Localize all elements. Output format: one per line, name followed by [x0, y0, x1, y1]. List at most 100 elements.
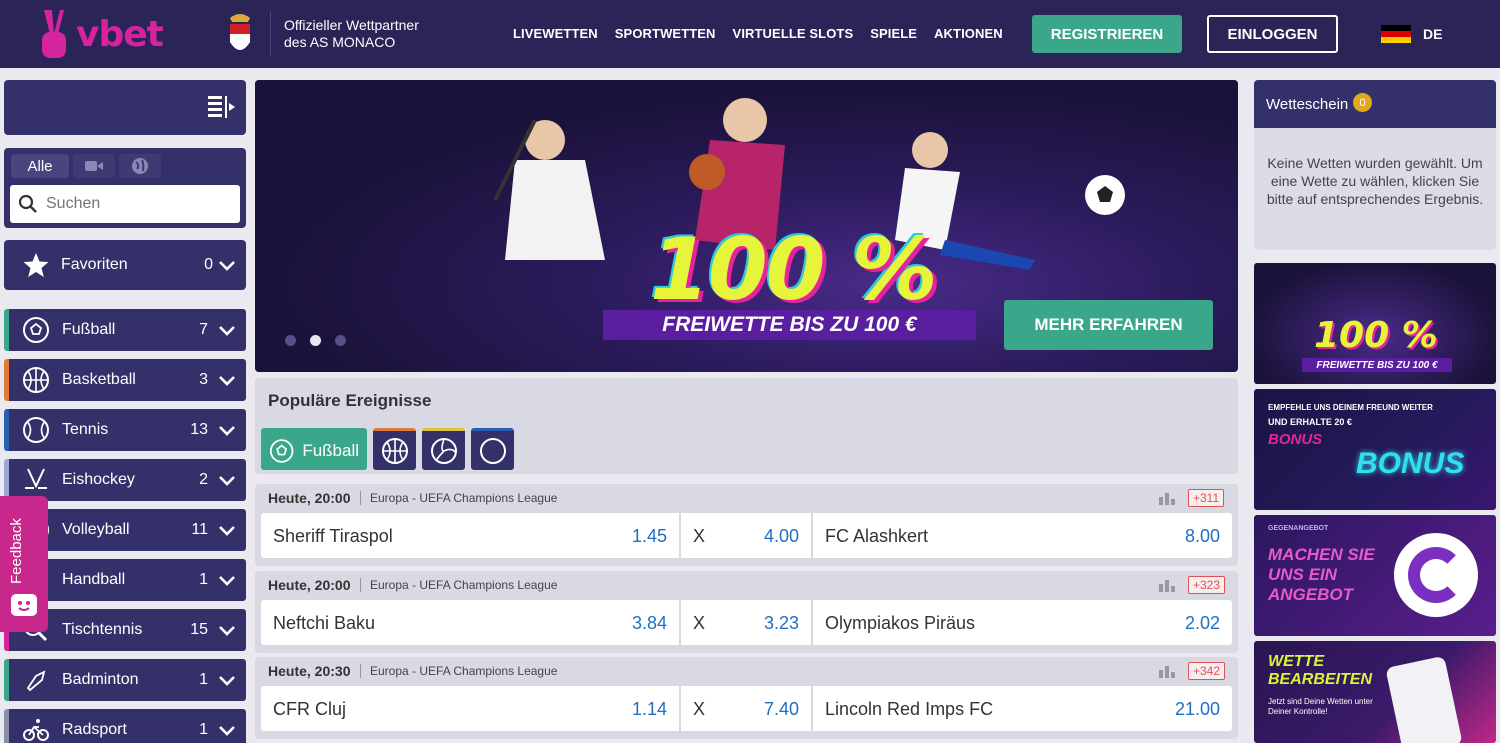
german-flag-icon[interactable] — [1381, 25, 1411, 43]
favorites-item[interactable]: Favoriten 0 — [4, 240, 246, 290]
sidebar-item-count: 15 — [190, 621, 208, 638]
home-odd: 1.14 — [631, 699, 667, 719]
more-markets-badge[interactable]: +323 — [1188, 575, 1226, 594]
soccer-ball-icon — [1085, 175, 1125, 215]
chevron-down-icon[interactable] — [218, 721, 236, 739]
away-odd-cell[interactable]: FC Alashkert 8.00 — [813, 513, 1232, 558]
popular-tab-football[interactable]: Fußball — [261, 428, 367, 470]
sidebar-item-icehockey[interactable]: Eishockey 2 — [4, 459, 246, 501]
star-icon — [23, 253, 49, 277]
banner-headline: 100 % — [650, 220, 938, 320]
tab-all[interactable]: Alle — [11, 154, 69, 178]
collapse-sidebar-icon[interactable] — [206, 94, 236, 120]
sidebar-item-label: Eishockey — [62, 471, 135, 488]
sidebar-item-label: Fußball — [62, 321, 116, 338]
chevron-down-icon[interactable] — [218, 471, 236, 489]
betslip-header[interactable]: Wetteschein 0 — [1254, 80, 1496, 128]
banner-cta-button[interactable]: MEHR ERFAHREN — [1004, 300, 1213, 350]
popular-tab-volleyball[interactable] — [422, 428, 465, 470]
promo-card-edit-bet[interactable]: WETTE BEARBEITEN Jetzt sind Deine Wetten… — [1254, 641, 1496, 743]
football-icon — [269, 438, 294, 463]
icehockey-icon — [25, 468, 47, 489]
promo-counteroffer-line2: MACHEN SIE UNS EIN ANGEBOT — [1268, 545, 1375, 604]
search-field — [10, 185, 240, 223]
carousel-dot-2[interactable] — [310, 335, 321, 346]
search-icon — [18, 194, 37, 213]
promo-freebet-headline: 100 % — [1314, 315, 1438, 356]
sidebar-item-count: 1 — [199, 721, 208, 738]
promo-counteroffer-line1: GEGENANGEBOT — [1268, 525, 1329, 532]
nav-sportwetten[interactable]: SPORTWETTEN — [615, 26, 716, 41]
popular-tab-tennis[interactable] — [471, 428, 514, 470]
tab-video[interactable] — [73, 154, 115, 178]
chevron-down-icon[interactable] — [218, 321, 236, 339]
more-markets-badge[interactable]: +342 — [1188, 662, 1226, 680]
home-odd-cell[interactable]: CFR Cluj 1.14 — [261, 686, 679, 731]
match-time: Heute, 20:00 — [268, 490, 351, 506]
search-input[interactable] — [46, 195, 236, 213]
draw-odd-cell[interactable]: X 4.00 — [681, 513, 811, 558]
sidebar-item-tennis[interactable]: Tennis 13 — [4, 409, 246, 451]
popular-sport-tabs: Fußball — [261, 428, 514, 470]
partner-text: Offizieller Wettpartner des AS MONACO — [284, 17, 419, 51]
sidebar-item-label: Radsport — [62, 721, 127, 738]
sidebar-item-football[interactable]: Fußball 7 — [4, 309, 246, 351]
match-row: Heute, 20:30 Europa - UEFA Champions Leag… — [255, 657, 1238, 739]
draw-odd: 3.23 — [763, 612, 799, 633]
promo-banner[interactable]: 100 % FREIWETTE BIS ZU 100 € MEHR ERFAHR… — [255, 80, 1238, 372]
draw-label: X — [693, 612, 706, 633]
globe-icon — [132, 158, 148, 174]
nav-spiele[interactable]: SPIELE — [870, 26, 917, 41]
carousel-dot-1[interactable] — [285, 335, 296, 346]
away-team: FC Alashkert — [825, 526, 929, 546]
statistics-icon[interactable] — [1158, 578, 1176, 592]
statistics-icon[interactable] — [1158, 491, 1176, 505]
home-odd-cell[interactable]: Sheriff Tiraspol 1.45 — [261, 513, 679, 558]
chevron-down-icon[interactable] — [218, 371, 236, 389]
login-button[interactable]: EINLOGGEN — [1207, 15, 1338, 53]
tab-world[interactable] — [119, 154, 161, 178]
match-league: Europa - UEFA Champions League — [370, 491, 558, 505]
sidebar-item-basketball[interactable]: Basketball 3 — [4, 359, 246, 401]
feedback-label: Feedback — [8, 518, 25, 584]
nav-aktionen[interactable]: AKTIONEN — [934, 26, 1003, 41]
carousel-dot-3[interactable] — [335, 335, 346, 346]
chevron-down-icon[interactable] — [218, 421, 236, 439]
football-icon — [23, 317, 49, 343]
feedback-smiley-icon — [11, 594, 37, 616]
sidebar-item-count: 7 — [199, 321, 208, 338]
draw-odd-cell[interactable]: X 3.23 — [681, 599, 811, 645]
away-odd-cell[interactable]: Olympiakos Piräus 2.02 — [813, 599, 1232, 645]
chevron-down-icon[interactable] — [218, 571, 236, 589]
nav-livewetten[interactable]: LIVEWETTEN — [513, 26, 598, 41]
promo-card-freebet[interactable]: 100 % FREIWETTE BIS ZU 100 € — [1254, 263, 1496, 384]
draw-odd: 4.00 — [763, 526, 799, 546]
sidebar-item-badminton[interactable]: Badminton 1 — [4, 659, 246, 701]
sidebar-item-cycling[interactable]: Radsport 1 — [4, 709, 246, 743]
draw-label: X — [693, 526, 706, 546]
sidebar-item-label: Badminton — [62, 671, 139, 688]
match-divider — [360, 664, 361, 678]
more-markets-badge[interactable]: +311 — [1188, 489, 1225, 507]
promo-card-referral[interactable]: EMPFEHLE UNS DEINEM FREUND WEITER UND ER… — [1254, 389, 1496, 510]
promo-card-counteroffer[interactable]: GEGENANGEBOT MACHEN SIE UNS EIN ANGEBOT — [1254, 515, 1496, 636]
register-button[interactable]: REGISTRIEREN — [1032, 15, 1182, 53]
statistics-icon[interactable] — [1158, 664, 1176, 678]
sidebar-item-count: 3 — [199, 371, 208, 388]
promo-freebet-subline: FREIWETTE BIS ZU 100 € — [1302, 358, 1452, 372]
vbet-logo[interactable]: vbet — [36, 6, 164, 62]
away-odd-cell[interactable]: Lincoln Red Imps FC 21.00 — [813, 686, 1232, 731]
chevron-down-icon[interactable] — [218, 671, 236, 689]
partner-line-1: Offizieller Wettpartner — [284, 17, 419, 33]
popular-tab-basketball[interactable] — [373, 428, 416, 470]
tennis-icon — [23, 417, 49, 443]
home-odd-cell[interactable]: Neftchi Baku 3.84 — [261, 599, 679, 645]
draw-odd-cell[interactable]: X 7.40 — [681, 686, 811, 731]
promo-referral-line1: EMPFEHLE UNS DEINEM FREUND WEITER — [1268, 403, 1433, 412]
feedback-tab[interactable]: Feedback — [0, 496, 48, 632]
language-selector[interactable]: DE — [1423, 26, 1442, 42]
nav-virtuelle-slots[interactable]: VIRTUELLE SLOTS — [733, 26, 854, 41]
match-time: Heute, 20:30 — [268, 663, 351, 679]
chevron-down-icon[interactable] — [218, 521, 236, 539]
chevron-down-icon[interactable] — [218, 621, 236, 639]
